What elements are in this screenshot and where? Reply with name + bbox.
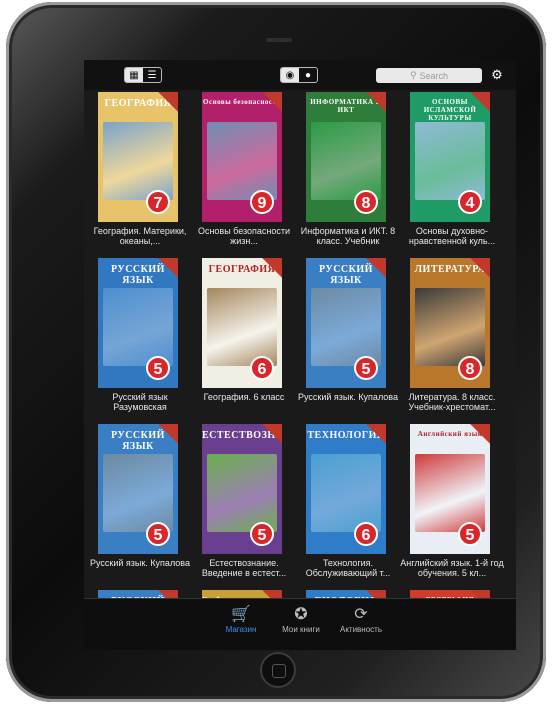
book-cover[interactable]: ГЕОГРАФИЯ 7 xyxy=(98,92,178,222)
book-title: Английский язык. 1-й год обучения. 5 кл.… xyxy=(400,558,504,578)
grade-badge: 5 xyxy=(146,522,170,546)
tab-label: Мои книги xyxy=(282,625,320,634)
cover-illustration xyxy=(207,454,277,532)
grid-view-icon[interactable]: ▦ xyxy=(125,68,143,82)
camera-speaker xyxy=(266,38,292,42)
cover-illustration xyxy=(207,122,277,200)
book-cover[interactable]: Основы безопасности 9 xyxy=(202,92,282,222)
book-title: География. 6 класс xyxy=(203,392,285,402)
book-cover[interactable]: РУССКИЙ ЯЗЫК 5 xyxy=(98,424,178,554)
grade-badge: 5 xyxy=(146,356,170,380)
book-title: Основы безопасности жизн... xyxy=(197,226,291,246)
book-cover[interactable]: ТЕХНОЛОГИЯ 6 xyxy=(306,424,386,554)
grade-badge: 6 xyxy=(250,356,274,380)
grade-badge: 5 xyxy=(250,522,274,546)
search-input[interactable]: ⚲ Search xyxy=(376,68,482,83)
grade-badge: 5 xyxy=(354,356,378,380)
settings-gear-icon[interactable]: ⚙ xyxy=(489,67,505,83)
app-screen: ▦ ☰ ◉ ● ⚲ Search ⚙ ГЕОГРАФИЯ 7 География. … xyxy=(84,60,516,650)
globe-icon[interactable]: ◉ xyxy=(281,68,299,82)
cover-illustration xyxy=(311,122,381,200)
cover-illustration xyxy=(311,454,381,532)
book-title: Технология. Обслуживающий т... xyxy=(305,558,391,578)
cover-illustration xyxy=(103,454,173,532)
book-title: Информатика и ИКТ. 8 класс. Учебник xyxy=(300,226,396,246)
book-cover[interactable]: ЕСТЕСТВОЗНАНИЕ5 xyxy=(202,424,282,554)
list-view-icon[interactable]: ☰ xyxy=(143,68,161,82)
bottom-tab-bar: 🛒 Магазин ✪ Мои книги ⟳ Активность xyxy=(84,598,516,650)
book-cover[interactable]: ГЕОГРАФИЯ 6 xyxy=(202,258,282,388)
book-cover[interactable]: ИНФОРМАТИКА И ИКТ 8 xyxy=(306,92,386,222)
grade-badge: 4 xyxy=(458,190,482,214)
cover-title: РУССКИЙ ЯЗЫК xyxy=(111,264,165,286)
book-cover[interactable]: Английский язык 5 xyxy=(410,424,490,554)
cover-title: РУССКИЙ ЯЗЫК xyxy=(111,430,165,452)
book-title: Естествознание. Введение в естест... xyxy=(201,558,287,578)
cover-illustration xyxy=(415,288,485,366)
cover-illustration xyxy=(103,288,173,366)
book-cover[interactable]: ЛИТЕРАТУРА 8 xyxy=(410,258,490,388)
cover-illustration xyxy=(311,288,381,366)
cover-title: ОСНОВЫ ИСЛАМСКОЙ КУЛЬТУРЫ xyxy=(423,98,477,122)
grade-badge: 9 xyxy=(250,190,274,214)
book-cover[interactable]: ОСНОВЫ ИСЛАМСКОЙ КУЛЬТУРЫ 4 xyxy=(410,92,490,222)
book-title: Русский язык Разумовская xyxy=(112,392,168,412)
book-title: География. Материки, океаны,... xyxy=(93,226,187,246)
book-cover[interactable]: РУССКИЙ ЯЗЫК 5 xyxy=(306,258,386,388)
tab-activity[interactable]: ⟳ Активность xyxy=(326,605,396,634)
grade-badge: 5 xyxy=(458,522,482,546)
search-icon: ⚲ xyxy=(409,70,417,80)
book-cover[interactable]: РУССКИЙ ЯЗЫК 5 xyxy=(98,258,178,388)
book-title: Основы духовно-нравственной куль... xyxy=(408,226,496,246)
tab-label: Магазин xyxy=(225,625,257,634)
tab-label: Активность xyxy=(339,625,382,634)
grade-badge: 8 xyxy=(354,190,378,214)
cover-illustration xyxy=(415,454,485,532)
sync-icon: ⟳ xyxy=(354,606,368,623)
search-placeholder: Search xyxy=(419,70,449,81)
grade-badge: 6 xyxy=(354,522,378,546)
book-title: Литература. 8 класс. Учебник-хрестомат..… xyxy=(408,392,496,412)
book-title: Русский язык. Купалова xyxy=(298,392,398,402)
cover-illustration xyxy=(415,122,485,200)
scope-toggle: ◉ ● xyxy=(280,67,318,83)
top-toolbar: ▦ ☰ ◉ ● ⚲ Search ⚙ xyxy=(84,60,516,90)
cover-title: РУССКИЙ ЯЗЫК xyxy=(319,264,373,286)
tablet-device: ▦ ☰ ◉ ● ⚲ Search ⚙ ГЕОГРАФИЯ 7 География. … xyxy=(6,2,546,702)
cover-illustration xyxy=(207,288,277,366)
home-button[interactable] xyxy=(260,652,296,688)
grade-badge: 7 xyxy=(146,190,170,214)
book-title: Русский язык. Купалова xyxy=(90,558,190,568)
view-mode-toggle: ▦ ☰ xyxy=(124,67,162,83)
cover-illustration xyxy=(103,122,173,200)
person-icon[interactable]: ● xyxy=(299,68,317,82)
grade-badge: 8 xyxy=(458,356,482,380)
